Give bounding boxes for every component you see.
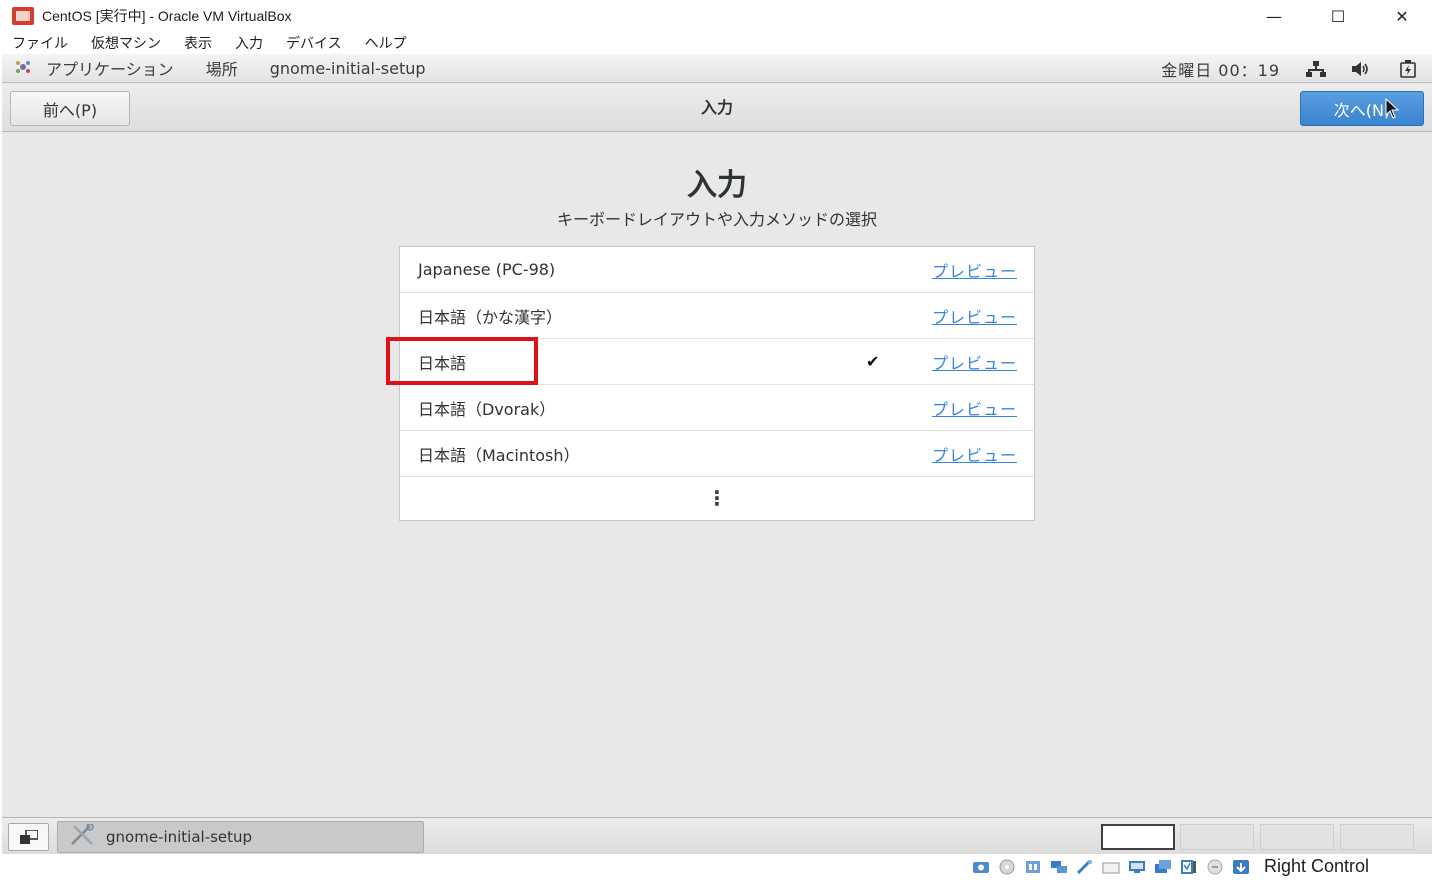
preview-link[interactable]: プレビュー [932, 442, 1017, 466]
menu-file[interactable]: ファイル [12, 33, 68, 53]
taskbar-item-label: gnome-initial-setup [106, 828, 253, 846]
network-icon[interactable] [1306, 60, 1326, 78]
close-button[interactable]: ✕ [1370, 0, 1434, 32]
volume-icon[interactable] [1352, 60, 1372, 78]
preview-link[interactable]: プレビュー [932, 350, 1017, 374]
show-desktop-button[interactable] [8, 823, 49, 851]
network-adapter-icon[interactable] [1048, 858, 1070, 876]
input-source-list: Japanese (PC-98) プレビュー 日本語（かな漢字） プレビュー 日… [399, 246, 1035, 521]
layout-label: 日本語（かな漢字） [418, 307, 563, 327]
menu-machine[interactable]: 仮想マシン [91, 33, 161, 53]
layout-label: 日本語（Dvorak） [418, 399, 556, 419]
vm-screen: アプリケーション 場所 gnome-initial-setup 金曜日 00：1… [2, 54, 1432, 854]
gnome-bottom-panel: gnome-initial-setup [2, 817, 1432, 854]
list-item[interactable]: 日本語（かな漢字） プレビュー [400, 293, 1034, 339]
previous-button[interactable]: 前へ(P) [10, 91, 130, 126]
shared-folders-icon[interactable] [1100, 858, 1122, 876]
layout-label: 日本語（Macintosh） [418, 445, 580, 465]
page-subtitle: キーボードレイアウトや入力メソッドの選択 [556, 210, 877, 229]
page-heading: 入力 [687, 168, 747, 203]
power-icon[interactable] [1398, 59, 1418, 78]
applications-menu[interactable]: アプリケーション [46, 56, 174, 80]
mouse-pointer-icon [1385, 98, 1400, 119]
settings-tools-icon [70, 823, 98, 850]
list-item[interactable]: 日本語（Dvorak） プレビュー [400, 385, 1034, 431]
layout-label: 日本語 [418, 353, 467, 373]
workspace-1[interactable] [1101, 824, 1175, 850]
host-key-label: Right Control [1264, 856, 1370, 876]
cpu-icon[interactable] [1178, 858, 1200, 876]
menu-view[interactable]: 表示 [184, 33, 212, 53]
minimize-button[interactable]: — [1242, 0, 1306, 32]
vbox-menubar: ファイル 仮想マシン 表示 入力 デバイス ヘルプ [0, 32, 1434, 54]
gnome-top-bar: アプリケーション 場所 gnome-initial-setup 金曜日 00：1… [2, 54, 1432, 83]
usb-icon[interactable] [1074, 858, 1096, 876]
vbox-statusbar: Right Control [0, 854, 1434, 880]
workspace-3[interactable] [1260, 824, 1334, 850]
preview-link[interactable]: プレビュー [932, 304, 1017, 328]
gnome-initial-setup-headerbar: 前へ(P) 入力 次へ(N) [2, 84, 1432, 132]
list-item[interactable]: Japanese (PC-98) プレビュー [400, 247, 1034, 293]
audio-icon[interactable] [1022, 858, 1044, 876]
header-title: 入力 [700, 98, 733, 117]
active-app-name[interactable]: gnome-initial-setup [270, 59, 426, 78]
list-item[interactable]: 日本語（Macintosh） プレビュー [400, 431, 1034, 477]
video-capture-icon[interactable] [1152, 858, 1174, 876]
menu-input[interactable]: 入力 [235, 33, 263, 53]
display-icon[interactable] [1126, 858, 1148, 876]
next-button[interactable]: 次へ(N) [1300, 91, 1424, 126]
workspace-4[interactable] [1340, 824, 1414, 850]
list-item[interactable]: 日本語 ✔ プレビュー [400, 339, 1034, 385]
checkmark-icon: ✔ [866, 352, 880, 371]
window-titlebar: CentOS [実行中] - Oracle VM VirtualBox — ☐ … [0, 0, 1434, 32]
preview-link[interactable]: プレビュー [932, 396, 1017, 420]
layout-label: Japanese (PC-98) [418, 260, 556, 279]
more-vertical-icon: ⋮ [707, 486, 727, 510]
maximize-button[interactable]: ☐ [1306, 0, 1370, 32]
keyboard-capture-icon[interactable] [1230, 858, 1252, 876]
taskbar-item-gnome-initial-setup[interactable]: gnome-initial-setup [57, 821, 424, 853]
hard-disk-icon[interactable] [970, 858, 992, 876]
applications-icon [14, 59, 34, 77]
optical-drive-icon[interactable] [996, 858, 1018, 876]
virtualbox-app-icon [12, 7, 34, 25]
clock[interactable]: 金曜日 00：19 [1161, 57, 1280, 81]
more-layouts-row[interactable]: ⋮ [400, 477, 1034, 519]
window-title: CentOS [実行中] - Oracle VM VirtualBox [42, 8, 292, 24]
workspace-2[interactable] [1180, 824, 1254, 850]
mouse-integration-icon[interactable] [1204, 858, 1226, 876]
menu-help[interactable]: ヘルプ [365, 33, 407, 53]
menu-devices[interactable]: デバイス [286, 33, 342, 53]
places-menu[interactable]: 場所 [206, 56, 238, 80]
preview-link[interactable]: プレビュー [932, 258, 1017, 282]
